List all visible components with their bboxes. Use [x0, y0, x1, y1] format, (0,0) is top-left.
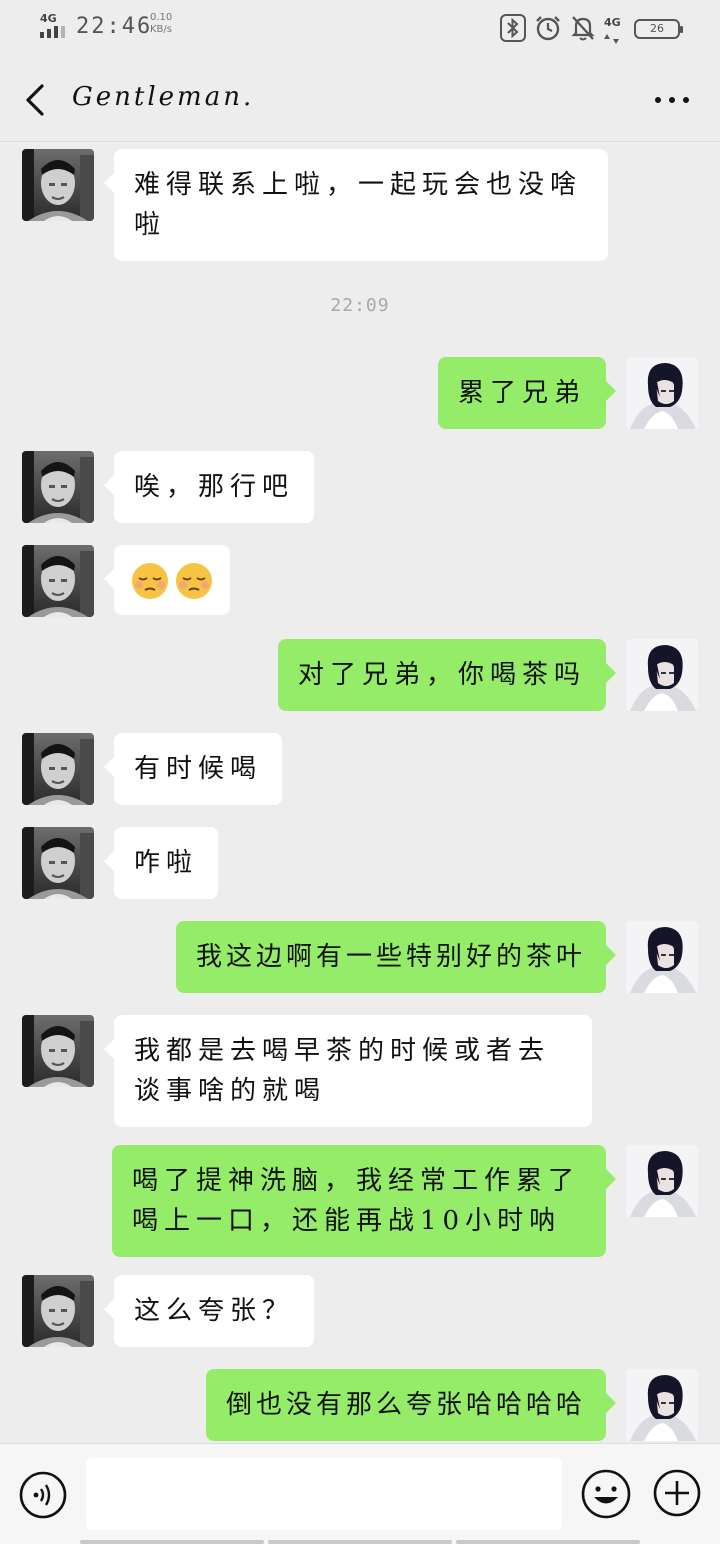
network-speed: 0.10 KB/s — [150, 12, 186, 36]
chat-timestamp: 22:09 — [330, 295, 390, 316]
mobile-data-label: 4G — [604, 16, 621, 29]
contact-avatar[interactable] — [22, 733, 94, 805]
relieved-face-icon — [132, 563, 168, 599]
user-avatar[interactable] — [626, 921, 698, 993]
message-bubble[interactable]: 难得联系上啦，一起玩会也没啥啦 — [104, 149, 608, 261]
user-avatar[interactable] — [626, 1145, 698, 1217]
message-bubble[interactable]: 这么夸张？ — [103, 1275, 315, 1347]
chat-title: Gentleman. — [72, 82, 255, 112]
message-bubble[interactable]: 喝了提神洗脑，我经常工作累了喝上一口，还能再战10小时呐 — [112, 1145, 616, 1257]
status-time: 22:46 — [76, 14, 153, 39]
chat-header: Gentleman. — [0, 56, 720, 142]
signal-icon: 4G — [38, 12, 72, 40]
bluetooth-icon — [500, 14, 526, 42]
contact-avatar[interactable] — [22, 451, 94, 523]
user-avatar[interactable] — [626, 1369, 698, 1441]
message-bubble[interactable]: 咋啦 — [103, 827, 219, 899]
contact-avatar[interactable] — [22, 545, 94, 617]
home-indicator — [80, 1540, 640, 1544]
mute-icon — [571, 16, 595, 41]
network-speed-value: 0.10 — [150, 12, 173, 23]
contact-avatar[interactable] — [22, 1275, 94, 1347]
network-speed-unit: KB/s — [150, 24, 172, 35]
message-input[interactable] — [86, 1458, 562, 1530]
emoji-smile-icon[interactable] — [580, 1468, 632, 1520]
network-type: 4G — [40, 12, 57, 25]
voice-icon[interactable] — [18, 1470, 68, 1520]
status-bar: 4G 22:46 0.10 KB/s 4G 26 — [0, 0, 720, 56]
mobile-data-icon: 4G — [604, 16, 626, 44]
relieved-face-icon — [176, 563, 212, 599]
contact-avatar[interactable] — [22, 1015, 94, 1087]
plus-circle-icon[interactable] — [652, 1468, 702, 1518]
message-bubble[interactable]: 对了兄弟，你喝茶吗 — [277, 639, 617, 711]
more-options-button[interactable] — [652, 88, 692, 112]
contact-avatar[interactable] — [22, 149, 94, 221]
chat-area[interactable]: 难得联系上啦，一起玩会也没啥啦 22:09 累了兄弟 唉，那行吧 对了兄弟，你喝… — [0, 143, 720, 1443]
battery-level: 26 — [650, 22, 664, 35]
alarm-icon — [536, 16, 560, 41]
user-avatar[interactable] — [626, 639, 698, 711]
message-bubble[interactable]: 我都是去喝早茶的时候或者去谈事啥的就喝 — [104, 1015, 592, 1127]
message-bubble[interactable]: 累了兄弟 — [437, 357, 617, 429]
message-bubble[interactable]: 有时候喝 — [103, 733, 283, 805]
user-avatar[interactable] — [626, 357, 698, 429]
message-bubble[interactable]: 我这边啊有一些特别好的茶叶 — [175, 921, 617, 993]
contact-avatar[interactable] — [22, 827, 94, 899]
message-bubble[interactable]: 唉，那行吧 — [103, 451, 315, 523]
message-bubble[interactable] — [104, 545, 230, 615]
input-bar — [0, 1443, 720, 1544]
back-button[interactable] — [18, 80, 54, 120]
message-bubble[interactable]: 倒也没有那么夸张哈哈哈哈 — [205, 1369, 617, 1441]
battery-icon: 26 — [634, 19, 683, 39]
